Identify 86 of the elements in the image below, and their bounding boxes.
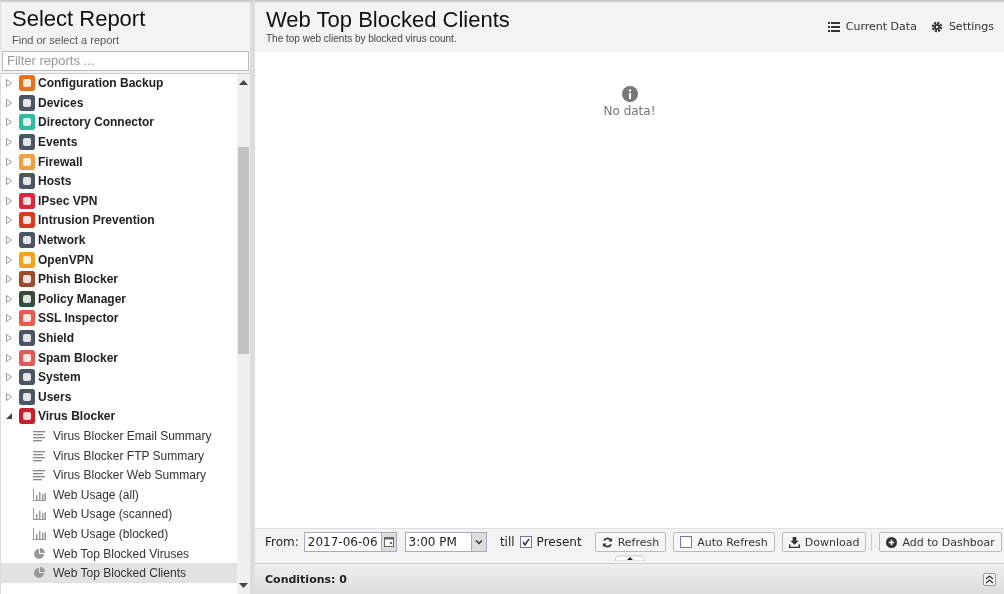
report-title: Web Top Blocked Clients — [266, 7, 510, 33]
tree-category[interactable]: Events — [38, 135, 78, 150]
bar-chart-icon — [33, 508, 47, 521]
tree-category[interactable]: Network — [38, 233, 86, 248]
scrollbar[interactable] — [237, 73, 250, 594]
scroll-up-icon[interactable] — [239, 79, 248, 85]
expand-arrow-icon[interactable] — [5, 176, 13, 187]
text-report-icon — [33, 449, 47, 462]
bar-chart-icon — [33, 488, 47, 501]
present-checkbox[interactable] — [519, 536, 532, 548]
expand-arrow-icon[interactable] — [5, 372, 13, 383]
tree-item[interactable]: Web Usage (scanned) — [1, 504, 237, 525]
tree-item[interactable]: Web Usage (all) — [1, 484, 237, 505]
bar-chart-icon — [33, 527, 47, 540]
pie-chart-icon — [33, 547, 47, 560]
tree-category[interactable]: Firewall — [38, 154, 83, 169]
refresh-icon — [601, 536, 613, 548]
sidebar-title: Select Report — [12, 6, 146, 32]
tree-category[interactable]: Virus Blocker — [38, 409, 116, 424]
conditions-label: Conditions: 0 — [265, 572, 347, 586]
filter-field[interactable]: Filter reports ... — [2, 50, 249, 71]
tree-item[interactable]: Web Top Blocked Clients — [1, 563, 237, 583]
tree-category[interactable]: Policy Manager — [38, 291, 127, 306]
tree-category[interactable]: Devices — [38, 95, 84, 110]
text-report-icon — [33, 469, 47, 482]
list-icon — [827, 20, 840, 33]
expand-arrow-icon[interactable] — [5, 156, 13, 167]
till-label: till — [499, 535, 515, 549]
tree-category[interactable]: OpenVPN — [38, 252, 94, 267]
from-label: From: — [265, 535, 299, 549]
collapse-arrow-icon[interactable] — [5, 411, 13, 422]
expand-arrow-icon[interactable] — [5, 293, 13, 304]
expand-arrow-icon[interactable] — [5, 313, 13, 324]
tree-item[interactable]: Web Top Blocked Viruses — [1, 543, 237, 564]
tree-item[interactable]: Virus Blocker Web Summary — [1, 465, 237, 485]
toolbar-button[interactable]: Add to Dashboar — [879, 532, 1002, 552]
checkbox[interactable] — [680, 536, 693, 548]
expand-button[interactable] — [983, 572, 996, 586]
tree-category[interactable]: Directory Connector — [38, 115, 155, 130]
expand-arrow-icon[interactable] — [5, 274, 13, 285]
expand-arrow-icon[interactable] — [5, 333, 13, 343]
tree-category[interactable]: Hosts — [38, 174, 72, 189]
scroll-thumb[interactable] — [238, 146, 249, 354]
text-report-icon — [33, 430, 47, 442]
tree-category[interactable]: Configuration Backup — [38, 76, 164, 91]
tree-category[interactable]: Users — [38, 389, 72, 404]
tree-category[interactable]: SSL Inspector — [38, 311, 119, 326]
date-field[interactable]: 2017-06-06 — [303, 532, 397, 552]
pie-chart-icon — [33, 567, 47, 580]
expand-arrow-icon[interactable] — [5, 254, 13, 265]
time-field[interactable]: 3:00 PM — [404, 532, 487, 552]
expand-arrow-icon[interactable] — [5, 137, 13, 148]
toolbar-button[interactable]: Refresh — [594, 532, 667, 552]
no-data-message: No data! — [603, 104, 656, 118]
present-label: Present — [536, 535, 582, 549]
header-action[interactable]: Settings — [930, 20, 994, 33]
collapse-handle-icon[interactable] — [614, 555, 645, 561]
add-icon — [886, 536, 898, 548]
tree-category[interactable]: Spam Blocker — [38, 350, 119, 365]
sidebar-subtitle: Find or select a report — [12, 34, 119, 47]
expand-arrow-icon[interactable] — [5, 78, 13, 89]
expand-arrow-icon[interactable] — [5, 97, 13, 108]
header-action[interactable]: Current Data — [827, 20, 917, 33]
tree-item[interactable]: Virus Blocker Email Summary — [1, 426, 237, 446]
expand-arrow-icon[interactable] — [5, 195, 13, 206]
settings-icon — [930, 20, 943, 33]
info-icon — [621, 86, 638, 102]
dropdown-icon[interactable] — [473, 537, 484, 547]
calendar-icon[interactable] — [383, 537, 394, 547]
expand-arrow-icon[interactable] — [5, 235, 13, 246]
tree-category[interactable]: System — [38, 370, 81, 385]
tree-item[interactable]: Virus Blocker FTP Summary — [1, 445, 237, 466]
report-subtitle: The top web clients by blocked virus count. — [266, 33, 458, 44]
expand-arrow-icon[interactable] — [5, 352, 13, 363]
expand-arrow-icon[interactable] — [5, 117, 13, 128]
tree-category[interactable]: Shield — [38, 331, 74, 345]
tree-category[interactable]: Phish Blocker — [38, 272, 119, 287]
tree-category[interactable]: Intrusion Prevention — [38, 213, 155, 228]
toolbar-button[interactable]: Auto Refresh — [673, 532, 775, 552]
tree-item[interactable]: Web Usage (blocked) — [1, 524, 237, 544]
scroll-down-icon[interactable] — [239, 583, 248, 588]
tree-category[interactable]: IPsec VPN — [38, 193, 98, 208]
download-icon — [788, 536, 800, 548]
toolbar-button[interactable]: Download — [781, 532, 867, 552]
expand-arrow-icon[interactable] — [5, 391, 13, 402]
expand-arrow-icon[interactable] — [5, 215, 13, 226]
